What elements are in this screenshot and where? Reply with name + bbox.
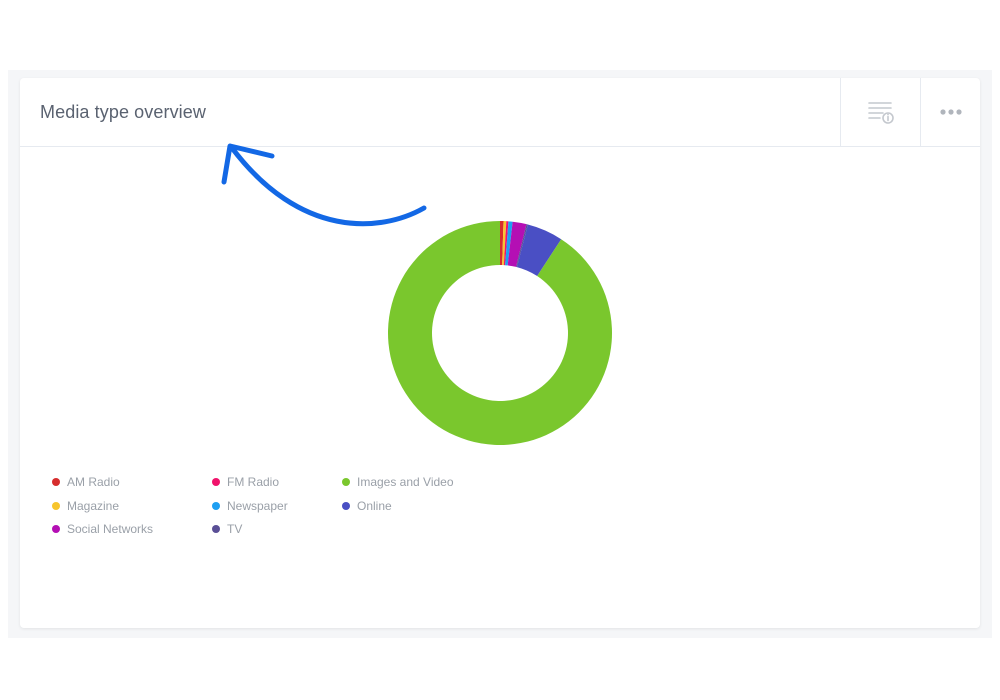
legend-item-tv[interactable]: TV: [212, 522, 242, 536]
legend-label: Images and Video: [357, 475, 454, 489]
legend-item-social-networks[interactable]: Social Networks: [52, 522, 153, 536]
more-horizontal-icon: [940, 109, 962, 115]
legend-item-fm-radio[interactable]: FM Radio: [212, 475, 279, 489]
legend-dot: [52, 525, 60, 533]
legend-dot: [212, 502, 220, 510]
legend-dot: [342, 478, 350, 486]
legend-label: Online: [357, 499, 392, 513]
legend-dot: [52, 478, 60, 486]
info-button[interactable]: [840, 78, 921, 146]
legend-label: Newspaper: [227, 499, 288, 513]
media-type-card: Media type overview AM Radio FM Radio Im…: [20, 78, 980, 628]
legend-item-magazine[interactable]: Magazine: [52, 499, 119, 513]
legend-dot: [212, 525, 220, 533]
legend-item-images-and-video[interactable]: Images and Video: [342, 475, 454, 489]
legend-item-newspaper[interactable]: Newspaper: [212, 499, 288, 513]
card-title: Media type overview: [40, 102, 206, 122]
donut-chart: [380, 213, 620, 453]
legend-label: AM Radio: [67, 475, 120, 489]
more-button[interactable]: [920, 78, 981, 146]
card-header: Media type overview: [20, 78, 980, 147]
legend-dot: [52, 502, 60, 510]
list-info-icon: [868, 102, 894, 124]
donut-slice-images-and-video[interactable]: [388, 221, 612, 445]
legend-item-am-radio[interactable]: AM Radio: [52, 475, 120, 489]
legend-label: TV: [227, 522, 243, 536]
legend-dot: [212, 478, 220, 486]
legend-label: FM Radio: [227, 475, 280, 489]
legend-item-online[interactable]: Online: [342, 499, 392, 513]
legend-dot: [342, 502, 350, 510]
legend-label: Magazine: [67, 499, 120, 513]
legend-label: Social Networks: [67, 522, 154, 536]
